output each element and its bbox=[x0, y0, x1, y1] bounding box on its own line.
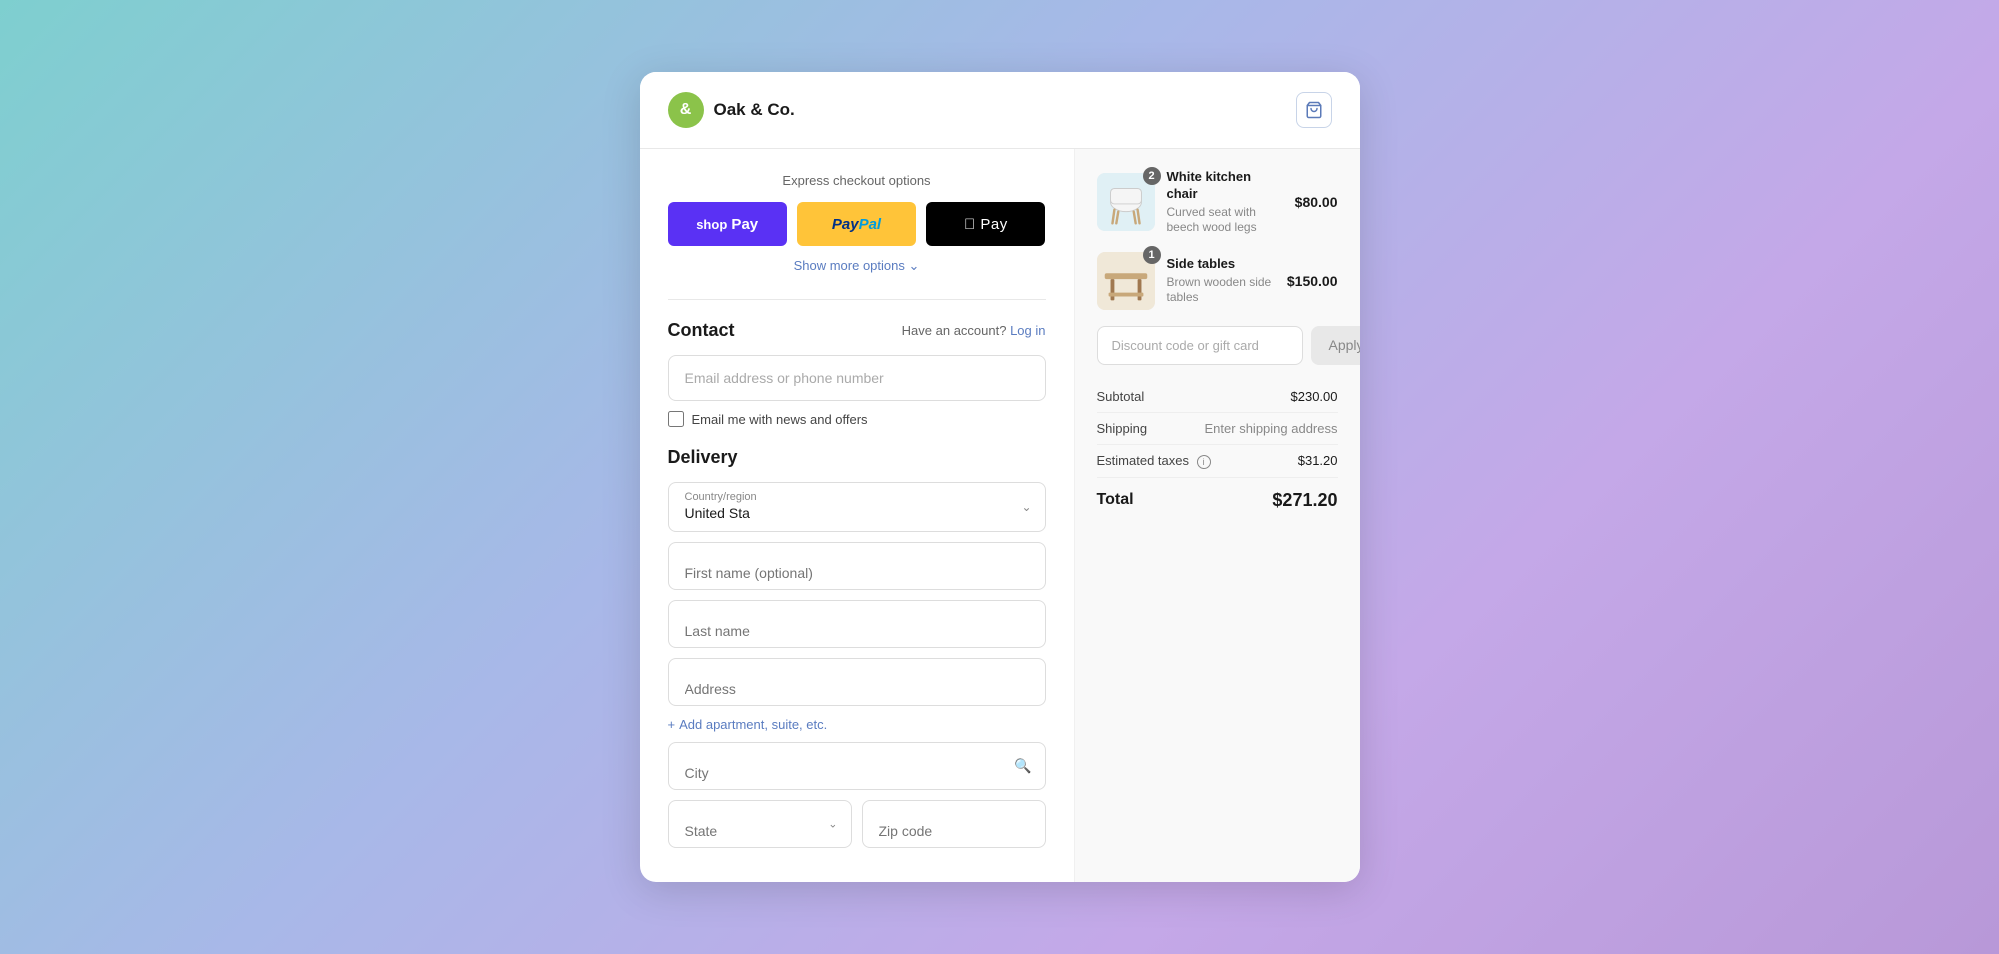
item-2-name: Side tables bbox=[1167, 256, 1275, 273]
contact-section: Contact Have an account? Log in Email me… bbox=[668, 320, 1046, 427]
plus-icon: + bbox=[668, 717, 676, 732]
header: & Oak & Co. bbox=[640, 72, 1360, 149]
info-icon: i bbox=[1197, 455, 1211, 469]
item-1-image-wrapper: 2 bbox=[1097, 173, 1155, 231]
express-checkout-section: Express checkout options shop Pay PayPal bbox=[668, 173, 1046, 275]
newsletter-row: Email me with news and offers bbox=[668, 411, 1046, 427]
cart-button[interactable] bbox=[1296, 92, 1332, 128]
show-more-link[interactable]: Show more options ⌄ bbox=[794, 258, 920, 274]
email-phone-input[interactable] bbox=[668, 355, 1046, 401]
zip-input[interactable] bbox=[862, 800, 1046, 848]
add-apt-link[interactable]: + Add apartment, suite, etc. bbox=[668, 717, 828, 732]
main-content: Express checkout options shop Pay PayPal bbox=[640, 149, 1360, 882]
item-1-price: $80.00 bbox=[1295, 194, 1338, 210]
shipping-label: Shipping bbox=[1097, 421, 1148, 436]
taxes-label: Estimated taxes i bbox=[1097, 453, 1211, 469]
apply-button[interactable]: Apply bbox=[1311, 326, 1360, 365]
item-2-details: Side tables Brown wooden side tables bbox=[1167, 256, 1275, 306]
account-link: Have an account? Log in bbox=[902, 323, 1046, 338]
checkout-modal: & Oak & Co. Express checkout options sho… bbox=[640, 72, 1360, 882]
item-1-name: White kitchen chair bbox=[1167, 169, 1283, 203]
country-wrapper: Country/region United Sta ⌄ bbox=[668, 482, 1046, 532]
zip-wrapper bbox=[862, 800, 1046, 848]
item-2-badge: 1 bbox=[1143, 246, 1161, 264]
address-input[interactable] bbox=[668, 658, 1046, 706]
cart-icon bbox=[1305, 101, 1323, 119]
left-panel: Express checkout options shop Pay PayPal bbox=[640, 149, 1075, 882]
order-items: 2 White kitchen chair Curved seat with b… bbox=[1097, 169, 1338, 310]
apple-pay-button[interactable]:  Pay bbox=[926, 202, 1045, 246]
discount-input[interactable] bbox=[1097, 326, 1303, 365]
first-name-input[interactable] bbox=[668, 542, 1046, 590]
total-label: Total bbox=[1097, 491, 1134, 509]
state-input[interactable] bbox=[668, 800, 852, 848]
item-1-details: White kitchen chair Curved seat with bee… bbox=[1167, 169, 1283, 236]
country-select[interactable]: Country/region United Sta bbox=[668, 482, 1046, 532]
city-wrapper: 🔍 bbox=[668, 742, 1046, 790]
last-name-wrapper bbox=[668, 600, 1046, 648]
first-name-wrapper bbox=[668, 542, 1046, 590]
login-link[interactable]: Log in bbox=[1010, 323, 1045, 338]
right-panel: 2 White kitchen chair Curved seat with b… bbox=[1075, 149, 1360, 882]
country-label: Country/region bbox=[685, 491, 1029, 503]
express-buttons: shop Pay PayPal  Pay bbox=[668, 202, 1046, 246]
shipping-row: Shipping Enter shipping address bbox=[1097, 413, 1338, 445]
item-1-desc: Curved seat with beech wood legs bbox=[1167, 205, 1283, 236]
taxes-value: $31.20 bbox=[1298, 453, 1338, 468]
logo-area: & Oak & Co. bbox=[668, 92, 795, 128]
subtotal-value: $230.00 bbox=[1291, 389, 1338, 404]
logo-text: Oak & Co. bbox=[714, 100, 795, 120]
item-2-desc: Brown wooden side tables bbox=[1167, 275, 1275, 306]
total-value: $271.20 bbox=[1272, 490, 1337, 511]
paypal-label: PayPal bbox=[832, 216, 881, 233]
express-title: Express checkout options bbox=[668, 173, 1046, 188]
shipping-value: Enter shipping address bbox=[1205, 421, 1338, 436]
logo-icon: & bbox=[668, 92, 704, 128]
subtotal-row: Subtotal $230.00 bbox=[1097, 381, 1338, 413]
delivery-section: Delivery Country/region United Sta ⌄ bbox=[668, 447, 1046, 858]
newsletter-checkbox[interactable] bbox=[668, 411, 684, 427]
country-value: United Sta bbox=[685, 505, 1029, 521]
delivery-title: Delivery bbox=[668, 447, 1046, 468]
search-icon: 🔍 bbox=[1014, 758, 1031, 775]
contact-title: Contact bbox=[668, 320, 735, 341]
last-name-input[interactable] bbox=[668, 600, 1046, 648]
paypal-button[interactable]: PayPal bbox=[797, 202, 916, 246]
state-wrapper: ⌄ bbox=[668, 800, 852, 848]
address-wrapper bbox=[668, 658, 1046, 706]
order-item-2: 1 Side tables Brown wooden side tables $… bbox=[1097, 252, 1338, 310]
newsletter-label: Email me with news and offers bbox=[692, 412, 868, 427]
contact-header: Contact Have an account? Log in bbox=[668, 320, 1046, 341]
state-zip-row: ⌄ bbox=[668, 800, 1046, 858]
apple-pay-label:  Pay bbox=[964, 216, 1008, 233]
city-input[interactable] bbox=[668, 742, 1046, 790]
item-2-image-wrapper: 1 bbox=[1097, 252, 1155, 310]
taxes-row: Estimated taxes i $31.20 bbox=[1097, 445, 1338, 478]
item-2-price: $150.00 bbox=[1287, 273, 1338, 289]
subtotal-label: Subtotal bbox=[1097, 389, 1145, 404]
discount-row: Apply bbox=[1097, 326, 1338, 365]
order-summary: Subtotal $230.00 Shipping Enter shipping… bbox=[1097, 381, 1338, 511]
order-item-1: 2 White kitchen chair Curved seat with b… bbox=[1097, 169, 1338, 236]
total-row: Total $271.20 bbox=[1097, 478, 1338, 511]
shop-pay-label: shop Pay bbox=[696, 216, 758, 233]
item-1-badge: 2 bbox=[1143, 167, 1161, 185]
shop-pay-button[interactable]: shop Pay bbox=[668, 202, 787, 246]
section-divider bbox=[668, 299, 1046, 300]
